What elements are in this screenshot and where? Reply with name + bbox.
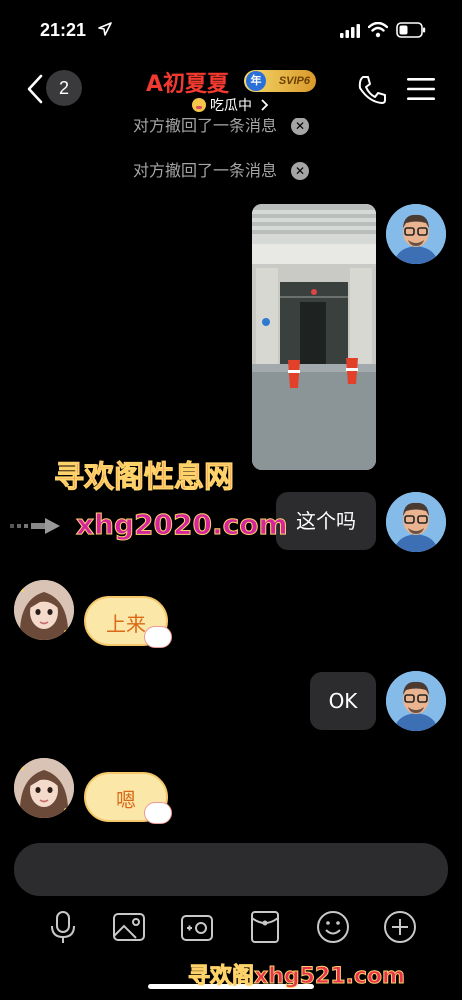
photo-building-entrance <box>252 204 376 470</box>
emoji-icon[interactable] <box>316 910 350 944</box>
sent-text-bubble[interactable]: 这个吗 <box>276 492 376 550</box>
sticker-message[interactable]: 嗯 <box>80 764 176 828</box>
wifi-icon <box>368 22 388 38</box>
battery-icon <box>396 22 426 38</box>
cellular-signal-icon <box>340 24 360 38</box>
phone-call-icon[interactable] <box>356 74 388 106</box>
status-emoji-icon <box>192 98 206 112</box>
message-input[interactable] <box>14 843 448 896</box>
bunny-icon <box>144 626 172 648</box>
svip-badge: 年 SVIP6 <box>244 70 316 92</box>
unread-count-badge: 2 <box>46 70 82 106</box>
watermark-url: xhg2020.com <box>76 508 289 542</box>
sent-text-bubble[interactable]: OK <box>310 672 376 730</box>
status-time: 21:21 <box>40 20 87 40</box>
recall-text: 对方撤回了一条消息 <box>132 161 277 180</box>
close-icon[interactable]: ✕ <box>291 118 309 135</box>
image-icon[interactable] <box>112 910 146 944</box>
contact-status-text: 吃瓜中 <box>210 98 252 114</box>
my-avatar[interactable] <box>386 204 446 264</box>
my-avatar[interactable] <box>386 492 446 552</box>
avatar-image <box>386 492 446 552</box>
chevron-left-icon <box>27 74 43 104</box>
contact-status[interactable]: 吃瓜中 <box>192 95 270 115</box>
camera-icon[interactable] <box>180 910 214 944</box>
input-toolbar <box>0 906 462 948</box>
contact-avatar[interactable] <box>14 580 74 640</box>
avatar-image <box>386 671 446 731</box>
back-button[interactable]: 2 <box>22 70 84 106</box>
recall-text: 对方撤回了一条消息 <box>132 116 277 135</box>
plus-icon[interactable] <box>383 910 417 944</box>
bunny-icon <box>144 802 172 824</box>
microphone-icon[interactable] <box>46 910 80 944</box>
menu-icon[interactable] <box>406 76 436 102</box>
recall-notice: 对方撤回了一条消息 ✕ <box>0 157 462 181</box>
svip-crown-icon: 年 <box>246 71 266 91</box>
sticker-message[interactable]: 上来 <box>80 588 176 652</box>
arrow-right-icon <box>10 518 60 534</box>
chat-header: 2 A初夏夏 年 SVIP6 吃瓜中 <box>0 60 462 120</box>
avatar-image <box>386 204 446 264</box>
contact-name: A初夏夏 <box>146 72 230 97</box>
avatar-image <box>14 758 74 818</box>
chevron-right-icon <box>261 99 269 111</box>
my-avatar[interactable] <box>386 671 446 731</box>
red-packet-icon[interactable] <box>248 910 282 944</box>
location-arrow-icon <box>98 22 112 36</box>
photo-message[interactable] <box>252 204 376 470</box>
svip-label: SVIP6 <box>278 75 310 87</box>
chat-title[interactable]: A初夏夏 年 SVIP6 <box>146 66 326 97</box>
avatar-image <box>14 580 74 640</box>
watermark-bottom: 寻欢阁xhg521.com <box>188 964 406 990</box>
contact-avatar[interactable] <box>14 758 74 818</box>
watermark-title: 寻欢阁性息网 <box>54 460 235 496</box>
close-icon[interactable]: ✕ <box>291 162 309 180</box>
status-bar: 21:21 <box>0 0 462 60</box>
